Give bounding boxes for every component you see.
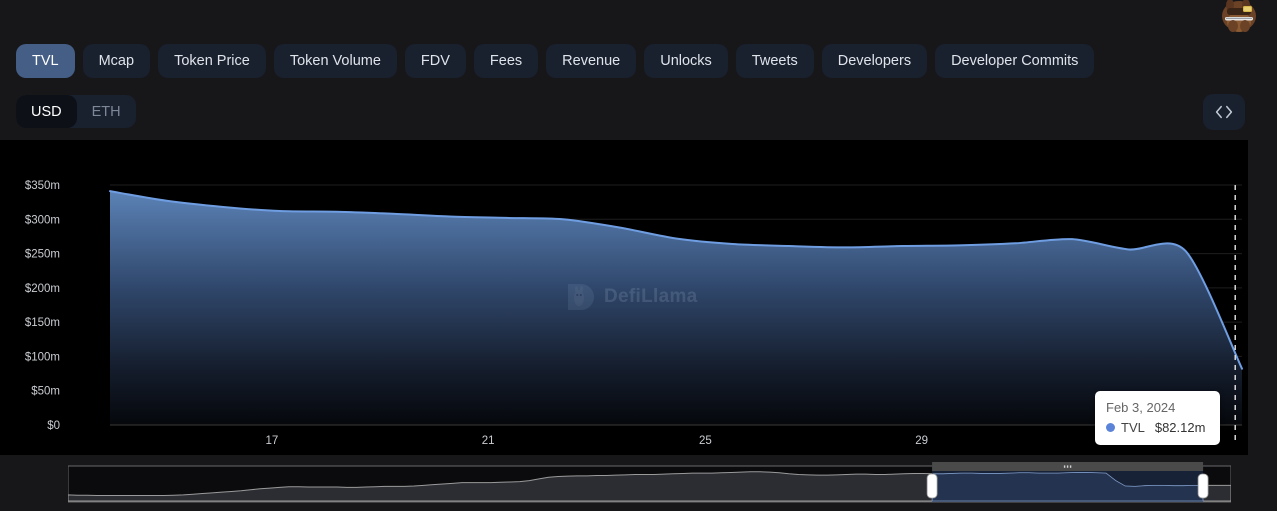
x-tick-label: 21 <box>482 435 495 447</box>
grip-dot <box>1066 465 1069 468</box>
grip-dots-icon <box>1063 465 1072 468</box>
grip-dot <box>1069 465 1072 468</box>
llama-mascot-icon <box>1222 0 1256 32</box>
code-brackets-icon <box>1215 105 1233 119</box>
tab-token-price[interactable]: Token Price <box>158 44 266 78</box>
brush-handle-left[interactable] <box>926 473 938 499</box>
denomination-eth[interactable]: ETH <box>77 95 136 128</box>
chart-x-axis-labels: 17212529Feb <box>265 435 1127 447</box>
y-tick-label: $350m <box>25 180 60 192</box>
y-tick-label: $100m <box>25 351 60 363</box>
y-tick-label: $200m <box>25 283 60 295</box>
grip-dot <box>1063 465 1066 468</box>
chart-range-brush[interactable] <box>67 462 1232 506</box>
y-tick-label: $250m <box>25 249 60 261</box>
tab-mcap[interactable]: Mcap <box>82 44 151 78</box>
chart-area-fill <box>110 191 1242 425</box>
denomination-usd[interactable]: USD <box>16 95 77 128</box>
tab-revenue[interactable]: Revenue <box>546 44 637 78</box>
tab-tweets[interactable]: Tweets <box>735 44 814 78</box>
x-tick-label: 17 <box>265 435 278 447</box>
y-tick-label: $50m <box>31 386 60 398</box>
chart-y-axis-labels: $350m $300m $250m $200m $150m $100m $50m $0 <box>25 180 60 432</box>
tab-tvl[interactable]: TVL <box>16 44 75 78</box>
brush-drag-bar[interactable] <box>932 462 1204 471</box>
tvl-area-chart[interactable]: $350m $300m $250m $200m $150m $100m $50m $0 17 2… <box>0 140 1248 455</box>
brush-handle-right[interactable] <box>1197 473 1209 499</box>
x-tick-label: 25 <box>699 435 712 447</box>
tooltip-series-dot-icon <box>1106 423 1115 432</box>
chart-metric-tabs: TVL Mcap Token Price Token Volume FDV Fe… <box>16 44 1095 78</box>
tab-fees[interactable]: Fees <box>473 44 539 78</box>
llama-mascot <box>1213 0 1265 33</box>
tooltip-series-label: TVL <box>1121 420 1145 435</box>
tooltip-series-row: TVL $82.12m <box>1106 420 1209 435</box>
tab-developers[interactable]: Developers <box>821 44 928 78</box>
y-tick-label: $0 <box>47 420 60 432</box>
brush-canvas[interactable] <box>67 462 1232 506</box>
tab-unlocks[interactable]: Unlocks <box>644 44 728 78</box>
tab-fdv[interactable]: FDV <box>404 44 466 78</box>
denomination-toggle: USD ETH <box>16 95 136 128</box>
chart-tooltip: Feb 3, 2024 TVL $82.12m <box>1095 391 1220 445</box>
chart-canvas: $350m $300m $250m $200m $150m $100m $50m $0 17 2… <box>25 180 1243 447</box>
embed-code-button[interactable] <box>1203 94 1245 130</box>
tooltip-series-value: $82.12m <box>1154 420 1206 435</box>
tab-token-volume[interactable]: Token Volume <box>273 44 397 78</box>
tooltip-date: Feb 3, 2024 <box>1106 400 1176 415</box>
y-tick-label: $150m <box>25 317 60 329</box>
y-tick-label: $300m <box>25 214 60 226</box>
x-tick-label: 29 <box>915 435 928 447</box>
tab-developer-commits[interactable]: Developer Commits <box>935 44 1095 78</box>
